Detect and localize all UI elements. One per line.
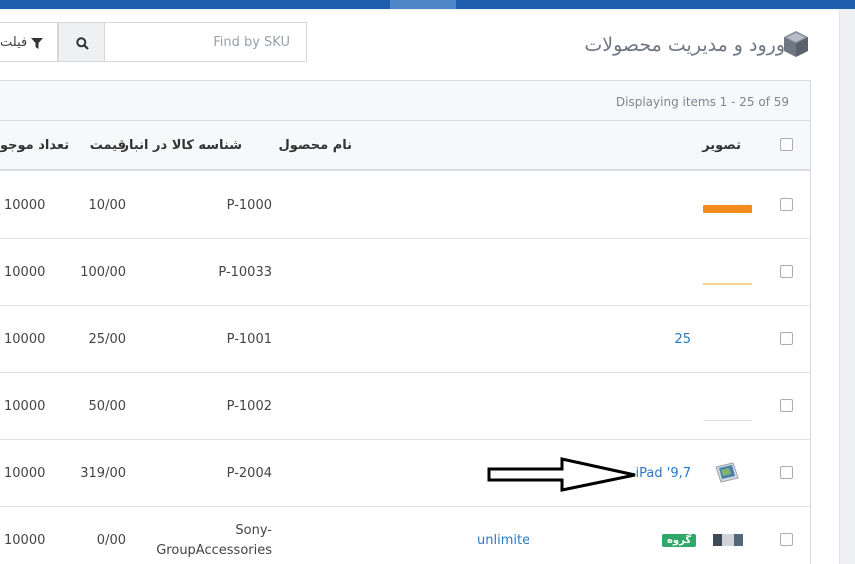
top-nav-active-tab[interactable] (390, 0, 456, 9)
product-thumbnail[interactable] (703, 205, 752, 213)
sku-cell: P-1001 (226, 332, 272, 347)
product-thumbnail[interactable] (713, 461, 741, 485)
table-row[interactable]: P-1002 50/00 10000 (0, 373, 810, 440)
products-grid: Displaying items 1 - 25 of 59 تصویر نام … (0, 80, 811, 564)
row-checkbox[interactable] (780, 198, 793, 211)
sku-cell: Sony- GroupAccessories (156, 521, 272, 561)
search-button[interactable] (58, 22, 105, 62)
page-title: ورود و مدیریت محصولات (584, 34, 785, 56)
product-name-link[interactable]: unlimite (477, 533, 529, 548)
column-header-sku[interactable]: شناسه کالا در انبار (121, 138, 242, 153)
sku-line: GroupAccessories (156, 543, 272, 558)
qty-cell: 10000 (4, 466, 46, 481)
column-header-image[interactable]: تصویر (702, 138, 741, 153)
paging-info: Displaying items 1 - 25 of 59 (615, 95, 789, 109)
product-name-link[interactable]: 25 (674, 332, 691, 347)
price-cell: 25/00 (88, 332, 126, 347)
product-thumbnail[interactable] (703, 420, 752, 421)
row-checkbox[interactable] (780, 466, 793, 479)
select-all-checkbox[interactable] (780, 138, 793, 151)
sku-cell: P-1000 (226, 198, 272, 213)
product-thumbnail[interactable] (713, 534, 743, 546)
table-row[interactable]: iPad '9,7 P-2004 319/00 10000 (0, 440, 810, 507)
group-badge: گروه (662, 534, 697, 547)
search-icon (76, 37, 89, 50)
row-checkbox[interactable] (780, 533, 793, 546)
filter-label: فیلت (0, 35, 28, 50)
row-checkbox[interactable] (780, 332, 793, 345)
price-cell: 100/00 (80, 265, 126, 280)
row-checkbox[interactable] (780, 265, 793, 278)
product-name-link[interactable]: iPad '9,7 (636, 466, 691, 481)
column-header-price[interactable]: قیمت (90, 138, 126, 153)
row-checkbox[interactable] (780, 399, 793, 412)
arrow-annotation-icon (487, 457, 636, 492)
box-icon (784, 31, 808, 57)
qty-cell: 10000 (4, 399, 46, 414)
qty-cell: 10000 (4, 332, 46, 347)
grid-info-bar: Displaying items 1 - 25 of 59 (0, 81, 810, 121)
price-cell: 50/00 (88, 399, 126, 414)
qty-cell: 10000 (4, 265, 46, 280)
sku-cell: P-1002 (226, 399, 272, 414)
table-row[interactable]: P-1000 10/00 10000 (0, 172, 810, 239)
table-row[interactable]: گروه unlimite Sony- GroupAccessories 0/0… (0, 507, 810, 564)
price-cell: 10/00 (88, 198, 126, 213)
grid-header-row: تصویر نام محصول شناسه کالا در انبار قیمت… (0, 121, 810, 171)
qty-cell: 10000 (4, 533, 46, 548)
product-thumbnail[interactable] (703, 283, 752, 285)
sku-cell: P-10033 (218, 265, 272, 280)
column-header-qty[interactable]: تعداد موجو (0, 138, 69, 153)
filter-icon (31, 38, 43, 49)
sku-search-input[interactable] (104, 22, 307, 62)
sku-cell: P-2004 (226, 466, 272, 481)
column-header-name[interactable]: نام محصول (279, 138, 352, 153)
filter-button[interactable]: فیلت (0, 22, 58, 62)
price-cell: 0/00 (96, 533, 126, 548)
price-cell: 319/00 (80, 466, 126, 481)
qty-cell: 10000 (4, 198, 46, 213)
table-row[interactable]: P-10033 100/00 10000 (0, 239, 810, 306)
table-row[interactable]: 25 P-1001 25/00 10000 (0, 306, 810, 373)
sku-line: Sony- (235, 523, 272, 538)
